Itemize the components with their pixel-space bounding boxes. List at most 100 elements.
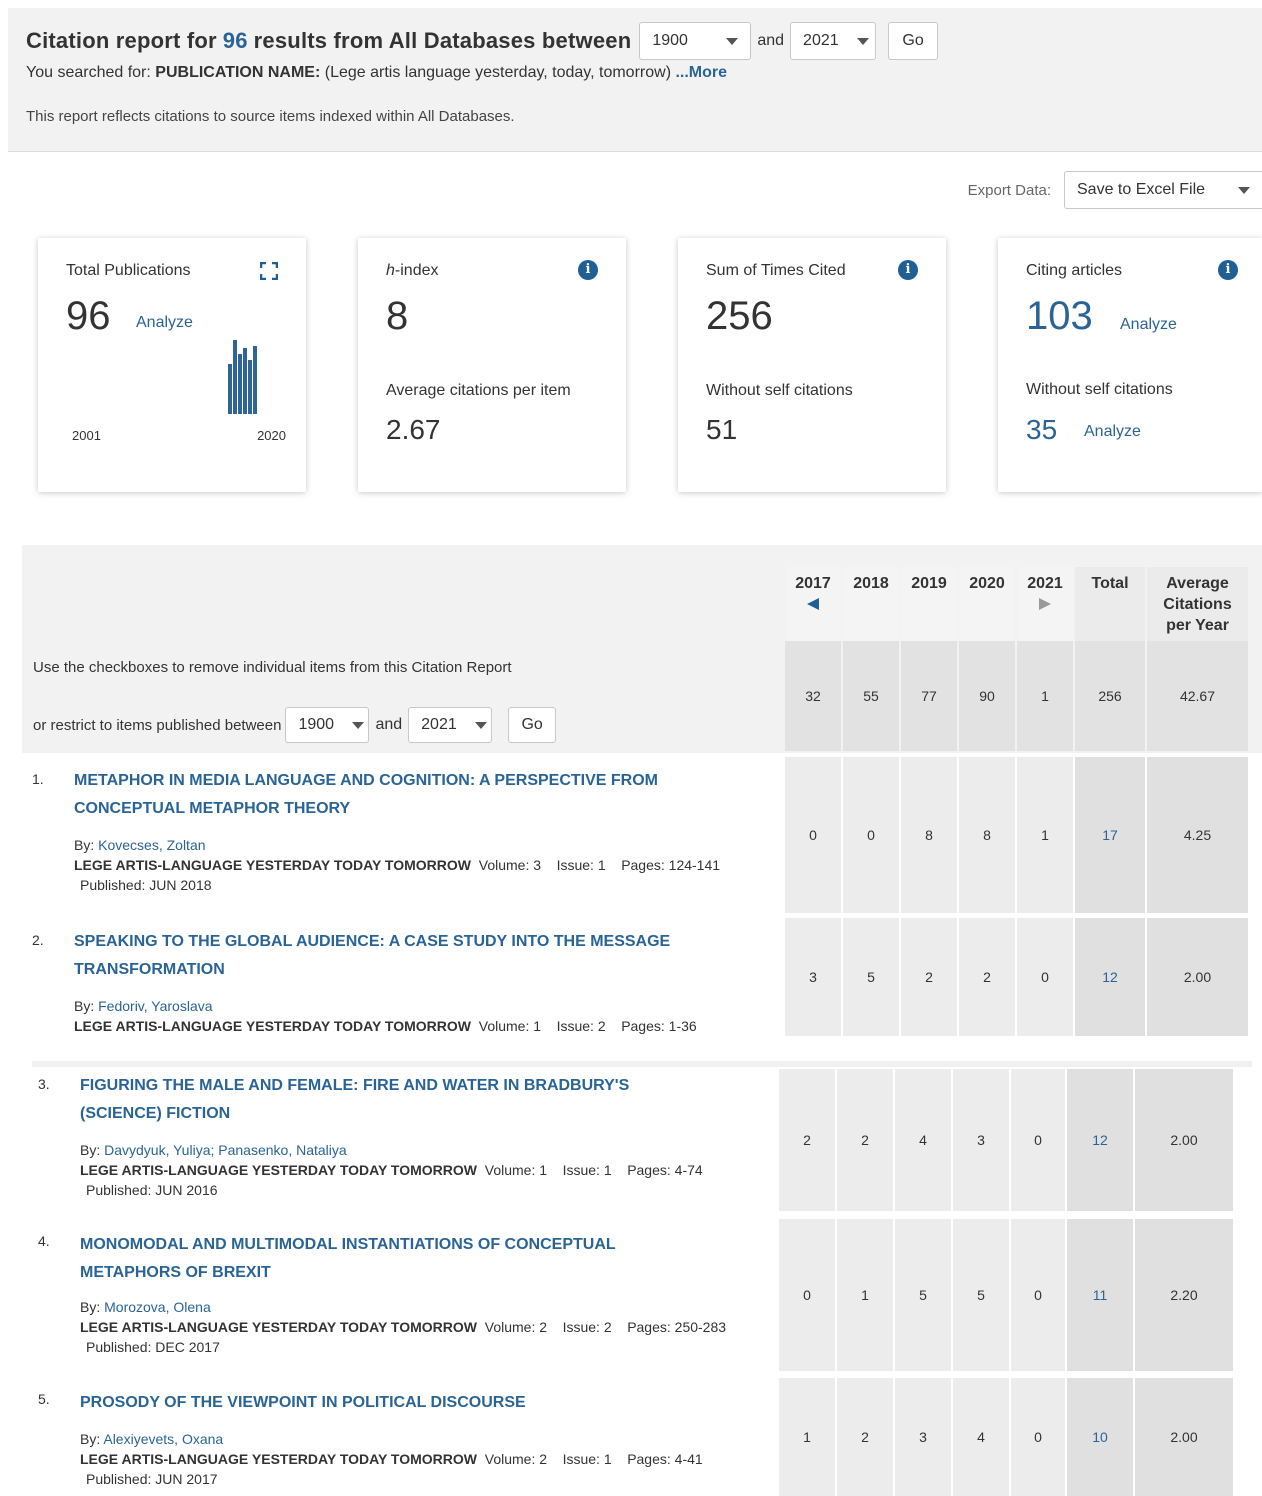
info-icon[interactable]: i: [1218, 260, 1238, 280]
title-suffix: results from All Databases between: [253, 28, 632, 53]
card-title: h-index: [386, 262, 438, 280]
avg-citations-label: Average citations per item: [386, 382, 571, 399]
without-self-label: Without self citations: [706, 382, 853, 399]
pages: Pages: 124-141: [621, 857, 721, 873]
cell-total[interactable]: 11: [1067, 1219, 1133, 1371]
restrict-row: or restrict to items published between 1…: [33, 707, 557, 743]
by-label: By:: [80, 1299, 101, 1315]
title-row: Citation report for 96 results from All Da…: [26, 16, 939, 66]
volume: Volume: 1: [478, 1018, 542, 1034]
cell-total[interactable]: 17: [1075, 757, 1145, 913]
volume: Volume: 1: [484, 1162, 548, 1178]
spark-bar: [228, 364, 232, 414]
cell-2021: 1: [1017, 757, 1073, 913]
and-label: and: [375, 716, 403, 733]
year-to-select[interactable]: 2021: [790, 22, 877, 60]
col-label: Average: [1166, 575, 1229, 592]
issue: Issue: 2: [562, 1319, 612, 1335]
citing-articles-value[interactable]: 103: [1026, 294, 1093, 339]
author-link[interactable]: Fedoriv, Yaroslava: [98, 998, 212, 1014]
card-citing-articles: Citing articles i 103 Analyze Without se…: [998, 238, 1262, 492]
arrow-right-icon[interactable]: [1039, 598, 1051, 610]
published-date: Published: JUN 2016: [86, 1182, 218, 1198]
chevron-down-icon: [352, 721, 365, 729]
times-cited-value: 256: [706, 294, 773, 338]
analyze-link[interactable]: Analyze: [1084, 423, 1141, 441]
cell-2021: 0: [1011, 1378, 1065, 1496]
by-label: By:: [74, 837, 95, 853]
search-query: You searched for: PUBLICATION NAME: (Leg…: [26, 64, 727, 82]
restrict-year-from: 1900: [298, 716, 335, 733]
col-label: 2019: [911, 575, 947, 592]
arrow-left-icon[interactable]: [807, 598, 819, 610]
restrict-year-from-select[interactable]: 1900: [285, 707, 370, 743]
searched-field: PUBLICATION NAME:: [155, 64, 321, 81]
export-data: Export Data: Save to Excel File: [968, 171, 1262, 209]
item-number: 2.: [32, 932, 44, 948]
cell-total[interactable]: 12: [1067, 1069, 1133, 1211]
cell-total[interactable]: 10: [1067, 1378, 1133, 1496]
author-link[interactable]: Alexiyevets, Oxana: [103, 1431, 223, 1447]
h-index-value: 8: [386, 294, 409, 338]
citing-without-self-value[interactable]: 35: [1026, 414, 1057, 446]
restrict-go-button[interactable]: Go: [508, 707, 557, 743]
and-label: and: [757, 32, 785, 49]
restrict-year-to: 2021: [421, 716, 457, 733]
searched-prefix: You searched for:: [26, 64, 151, 81]
report-note: This report reflects citations to source…: [26, 108, 515, 125]
item-number: 5.: [38, 1391, 50, 1407]
cell-2018: 1: [837, 1219, 893, 1371]
card-h-index: h-index i 8 Average citations per item 2…: [358, 238, 626, 492]
source-title: LEGE ARTIS-LANGUAGE YESTERDAY TODAY TOMO…: [80, 1319, 477, 1335]
more-link[interactable]: ...More: [675, 64, 727, 81]
year-from-select[interactable]: 1900: [639, 22, 752, 60]
pages: Pages: 4-41: [627, 1451, 703, 1467]
analyze-link[interactable]: Analyze: [1120, 316, 1177, 334]
restrict-label: or restrict to items published between: [33, 716, 282, 734]
item-title-link[interactable]: METAPHOR IN MEDIA LANGUAGE AND COGNITION…: [74, 767, 694, 823]
author-link[interactable]: Kovecses, Zoltan: [98, 837, 205, 853]
item-title-link[interactable]: SPEAKING TO THE GLOBAL AUDIENCE: A CASE …: [74, 928, 694, 984]
col-label: Total: [1091, 575, 1129, 592]
analyze-link[interactable]: Analyze: [136, 314, 193, 332]
author-link[interactable]: Morozova, Olena: [104, 1299, 211, 1315]
chevron-down-icon: [474, 721, 487, 729]
author-link[interactable]: Davydyuk, Yuliya; Panasenko, Nataliya: [104, 1142, 347, 1158]
total-2017: 32: [785, 641, 841, 751]
expand-icon[interactable]: [260, 262, 278, 280]
cell-2019: 5: [895, 1219, 951, 1371]
spark-year-start: 2001: [72, 428, 101, 443]
col-label: Citations: [1163, 596, 1232, 613]
year-from-value: 1900: [652, 32, 688, 49]
total-total: 256: [1075, 641, 1145, 751]
h-italic: h: [386, 262, 395, 279]
go-button[interactable]: Go: [888, 22, 939, 60]
cell-2019: 2: [901, 918, 957, 1036]
cell-average: 2.00: [1147, 918, 1248, 1036]
pages: Pages: 4-74: [627, 1162, 703, 1178]
cell-2021: 0: [1011, 1219, 1065, 1371]
info-icon[interactable]: i: [898, 260, 918, 280]
cell-2017: 3: [785, 918, 841, 1036]
card-title: Total Publications: [66, 262, 191, 279]
card-total-publications: Total Publications 96 Analyze 2001 2020: [38, 238, 306, 492]
without-self-label: Without self citations: [1026, 381, 1173, 398]
divider: [32, 1061, 1252, 1067]
item-title-link[interactable]: MONOMODAL AND MULTIMODAL INSTANTIATIONS …: [80, 1231, 700, 1287]
item-title-link[interactable]: FIGURING THE MALE AND FEMALE: FIRE AND W…: [80, 1072, 700, 1128]
restrict-year-to-select[interactable]: 2021: [408, 707, 493, 743]
cell-total[interactable]: 12: [1075, 918, 1145, 1036]
spark-bar: [248, 360, 252, 414]
publications-sparkline: [228, 340, 278, 414]
by-label: By:: [80, 1431, 101, 1447]
item-title-link[interactable]: PROSODY OF THE VIEWPOINT IN POLITICAL DI…: [80, 1389, 700, 1417]
pages: Pages: 250-283: [627, 1319, 727, 1335]
export-select[interactable]: Save to Excel File: [1064, 171, 1262, 209]
cell-2020: 8: [959, 757, 1015, 913]
cell-2017: 1: [779, 1378, 835, 1496]
info-icon[interactable]: i: [578, 260, 598, 280]
cell-2018: 2: [837, 1069, 893, 1211]
year-to-value: 2021: [803, 32, 839, 49]
item-number: 4.: [38, 1233, 50, 1249]
export-label: Export Data:: [967, 181, 1051, 199]
